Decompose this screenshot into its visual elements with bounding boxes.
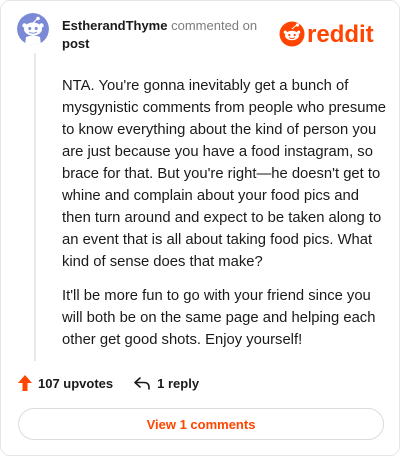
- username-link[interactable]: EstherandThyme: [62, 18, 167, 33]
- comment-body: NTA. You're gonna inevitably get a bunch…: [62, 75, 386, 363]
- upvote-count: 107 upvotes: [38, 375, 114, 391]
- reply-count[interactable]: 1 reply: [157, 376, 199, 391]
- comment-card: EstherandThyme commented on post reddit …: [0, 0, 400, 456]
- upvote-arrow-icon[interactable]: [17, 374, 33, 392]
- thread-line: [34, 53, 36, 361]
- comment-paragraph: NTA. You're gonna inevitably get a bunch…: [62, 78, 387, 270]
- comment-paragraph: It'll be more fun to go with your friend…: [62, 288, 376, 348]
- action-text: commented on: [171, 18, 258, 33]
- comment-header: EstherandThyme commented on post: [62, 17, 272, 53]
- comment-actions: 107 upvotes 1 reply: [17, 373, 199, 393]
- reddit-logo-icon: reddit: [279, 21, 374, 48]
- reply-icon[interactable]: [133, 375, 151, 391]
- view-comments-button[interactable]: View 1 comments: [18, 408, 384, 440]
- post-link[interactable]: post: [62, 35, 272, 53]
- avatar[interactable]: [17, 13, 49, 45]
- snoo-avatar-icon: [17, 13, 49, 45]
- reddit-logo[interactable]: reddit: [279, 19, 385, 49]
- logo-wordmark: reddit: [307, 21, 374, 48]
